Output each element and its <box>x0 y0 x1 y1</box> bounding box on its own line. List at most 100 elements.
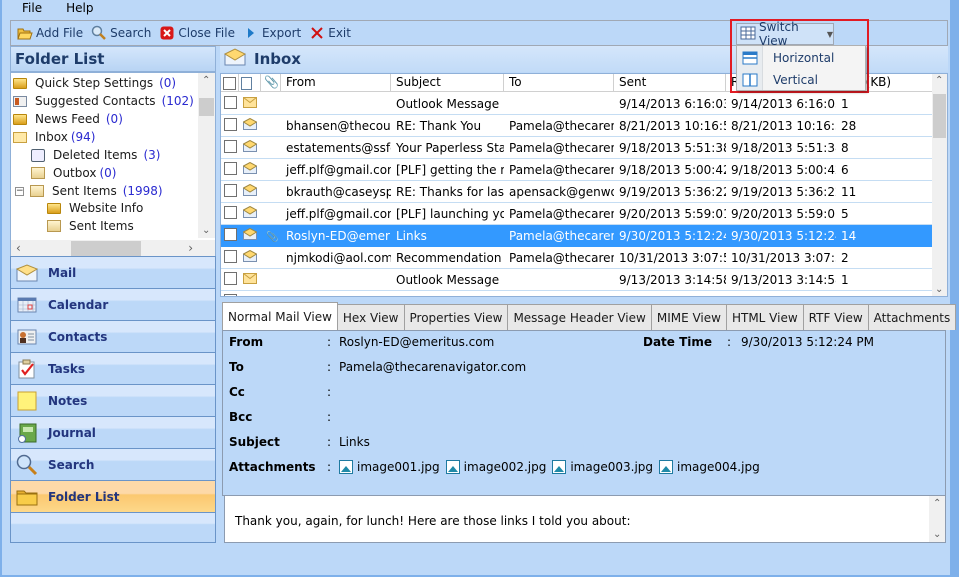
column-subject[interactable]: Subject <box>391 74 504 92</box>
add-file-button[interactable]: Add File <box>13 22 87 44</box>
row-checkbox[interactable] <box>224 161 237 175</box>
row-checkbox[interactable] <box>224 293 237 296</box>
row-checkbox-cell[interactable] <box>221 205 239 222</box>
folder-website-info[interactable]: Website Info <box>47 199 143 217</box>
menu-bar: File Help <box>10 0 105 18</box>
select-all-column[interactable] <box>221 74 239 92</box>
folder-news-feed[interactable]: News Feed (0) <box>13 110 123 128</box>
folder-quick-step-settings[interactable]: Quick Step Settings (0) <box>13 74 176 92</box>
type-column[interactable] <box>239 74 261 92</box>
attachment-item[interactable]: image004.jpg <box>659 460 760 474</box>
row-received: 9/18/2013 5:00:42 ... <box>731 162 836 177</box>
scroll-thumb[interactable] <box>71 241 141 256</box>
scroll-thumb[interactable] <box>199 98 214 116</box>
row-size: 8 <box>841 140 849 155</box>
row-checkbox[interactable] <box>224 205 237 219</box>
search-button[interactable]: Search <box>87 22 155 44</box>
tree-vertical-scrollbar[interactable]: ⌃ ⌄ <box>198 73 215 238</box>
attachment-item[interactable]: image003.jpg <box>552 460 653 474</box>
message-row[interactable]: Outlook Message ... 9/13/2013 3:14:58 ...… <box>221 269 933 291</box>
row-checkbox-cell[interactable] <box>221 139 239 156</box>
body-scrollbar[interactable]: ⌃ ⌄ <box>929 496 945 542</box>
message-row-partial[interactable] <box>221 291 933 296</box>
menu-item-vertical[interactable]: Vertical <box>737 69 867 91</box>
attachment-item[interactable]: image001.jpg <box>339 460 440 474</box>
folder-deleted-items[interactable]: Deleted Items (3) <box>31 146 160 164</box>
switch-view-button[interactable]: Switch View ▼ <box>736 20 834 48</box>
attachment-column[interactable]: 📎 <box>261 74 281 92</box>
nav-tasks[interactable]: Tasks <box>10 353 216 385</box>
row-checkbox[interactable] <box>224 249 237 263</box>
image-file-icon <box>445 460 460 474</box>
nav-search[interactable]: Search <box>10 449 216 481</box>
row-checkbox[interactable] <box>224 183 237 197</box>
row-checkbox-cell[interactable] <box>221 117 239 134</box>
tab-rtf-view[interactable]: RTF View <box>802 304 869 330</box>
message-row[interactable]: njmkodi@aol.com Recommendation Pamela@thec… <box>221 247 933 269</box>
message-list-scrollbar[interactable]: ⌃ ⌄ <box>932 74 947 296</box>
collapse-toggle-icon[interactable]: − <box>15 186 24 196</box>
menu-item-horizontal[interactable]: Horizontal <box>737 47 867 69</box>
nav-contacts[interactable]: Contacts <box>10 321 216 353</box>
row-checkbox[interactable] <box>224 117 237 131</box>
nav-journal[interactable]: Journal <box>10 417 216 449</box>
tab-html-view[interactable]: HTML View <box>725 304 804 330</box>
row-checkbox-cell[interactable] <box>221 161 239 178</box>
folder-suggested-contacts[interactable]: Suggested Contacts (102) <box>13 92 194 110</box>
nav-folder-list[interactable]: Folder List <box>10 481 216 513</box>
message-row[interactable]: jeff.plf@gmail.com [PLF] launching yo... P… <box>221 203 933 225</box>
nav-calendar[interactable]: Calendar <box>10 289 216 321</box>
nav-label: Mail <box>48 265 77 280</box>
nav-mail[interactable]: Mail <box>10 256 216 289</box>
folder-inbox[interactable]: Inbox (94) <box>13 128 95 146</box>
scroll-down-icon[interactable]: ⌄ <box>933 529 941 540</box>
message-row[interactable]: bhansen@thecou... RE: Thank You Pamela@the… <box>221 115 933 137</box>
scroll-right-icon[interactable]: › <box>188 241 193 255</box>
column-to[interactable]: To <box>504 74 614 92</box>
row-checkbox[interactable] <box>224 139 237 153</box>
select-all-checkbox[interactable] <box>223 76 236 90</box>
message-row[interactable]: bkrauth@caseysp... RE: Thanks for last ..… <box>221 181 933 203</box>
scroll-left-icon[interactable]: ‹ <box>16 241 21 255</box>
scroll-up-icon[interactable]: ⌃ <box>202 75 210 86</box>
nav-notes[interactable]: Notes <box>10 385 216 417</box>
row-checkbox-cell[interactable] <box>221 227 239 244</box>
menu-help[interactable]: Help <box>54 0 105 18</box>
scroll-down-icon[interactable]: ⌄ <box>935 284 943 295</box>
scroll-thumb[interactable] <box>933 94 946 138</box>
message-row[interactable]: estatements@ssfc... Your Paperless Stat..… <box>221 137 933 159</box>
tab-normal-mail-view[interactable]: Normal Mail View <box>222 302 338 330</box>
scroll-up-icon[interactable]: ⌃ <box>933 498 941 509</box>
tab-mime-view[interactable]: MIME View <box>650 304 727 330</box>
tree-horizontal-scrollbar[interactable]: ‹ › <box>11 240 215 257</box>
column-sent[interactable]: Sent <box>614 74 726 92</box>
menu-file[interactable]: File <box>10 0 54 18</box>
column-from[interactable]: From <box>281 74 391 92</box>
export-button[interactable]: Export <box>239 22 305 44</box>
scroll-up-icon[interactable]: ⌃ <box>935 75 943 86</box>
message-row[interactable]: 📎 Roslyn-ED@emerit... Links Pamela@thecaren… <box>221 225 933 247</box>
attachment-item[interactable]: image002.jpg <box>445 460 546 474</box>
message-row[interactable]: Outlook Message ... 9/14/2013 6:16:03 ...… <box>221 93 933 115</box>
row-checkbox-cell[interactable] <box>221 95 239 112</box>
datetime-field: Date Time:9/30/2013 5:12:24 PM <box>643 335 874 349</box>
tab-hex-view[interactable]: Hex View <box>336 304 405 330</box>
row-checkbox[interactable] <box>224 95 237 109</box>
folder-sent-items[interactable]: − Sent Items (1998) <box>15 182 163 200</box>
close-file-button[interactable]: Close File <box>155 22 239 44</box>
row-checkbox-cell[interactable] <box>221 249 239 266</box>
exit-button[interactable]: Exit <box>305 22 355 44</box>
message-row[interactable]: jeff.plf@gmail.com [PLF] getting the m...… <box>221 159 933 181</box>
tab-attachments[interactable]: Attachments <box>867 304 957 330</box>
folder-outbox[interactable]: Outbox (0) <box>31 164 116 182</box>
row-checkbox-cell[interactable] <box>221 271 239 288</box>
row-checkbox-cell[interactable] <box>221 183 239 200</box>
tab-properties-view[interactable]: Properties View <box>403 304 509 330</box>
message-body[interactable]: Thank you, again, for lunch! Here are th… <box>224 495 946 543</box>
row-size: 2 <box>841 250 849 265</box>
folder-sent-items-sub[interactable]: Sent Items <box>47 217 134 235</box>
scroll-down-icon[interactable]: ⌄ <box>202 225 210 236</box>
tab-message-header-view[interactable]: Message Header View <box>507 304 652 330</box>
row-checkbox[interactable] <box>224 271 237 285</box>
row-checkbox[interactable] <box>224 227 237 241</box>
